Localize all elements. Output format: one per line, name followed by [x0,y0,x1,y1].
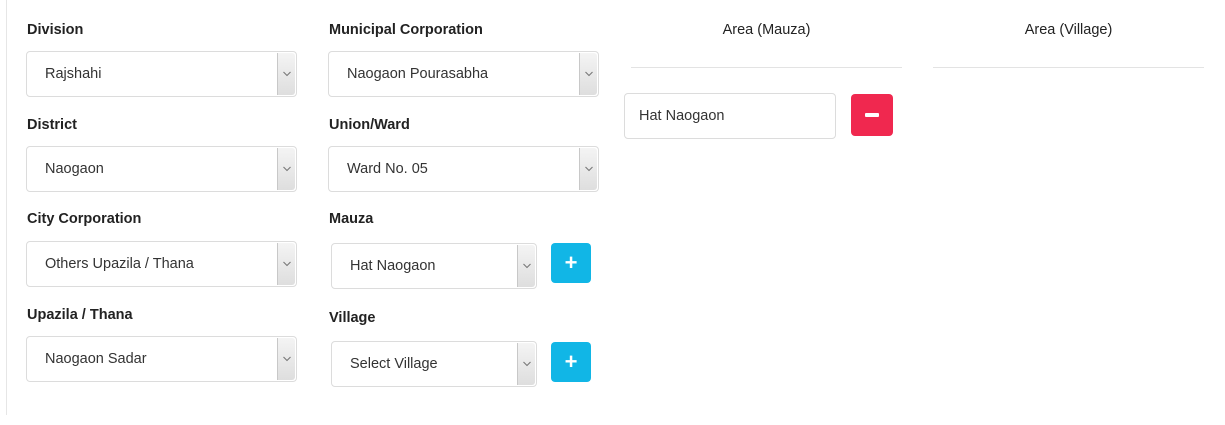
district-label: District [27,117,77,133]
area-mauza-entry-value: Hat Naogaon [639,108,725,124]
area-mauza-divider [631,67,902,68]
mauza-select[interactable]: Hat Naogaon [331,243,537,289]
chevron-down-icon [277,243,295,285]
chevron-down-icon [517,343,535,385]
upazila-thana-select-value: Naogaon Sadar [45,351,147,367]
chevron-down-icon [277,53,295,95]
village-label: Village [329,310,376,326]
city-corporation-select-value: Others Upazila / Thana [45,256,194,272]
upazila-thana-select[interactable]: Naogaon Sadar [26,336,297,382]
page-left-border [0,0,7,415]
union-ward-label: Union/Ward [329,117,410,133]
union-ward-select-value: Ward No. 05 [347,161,428,177]
division-label: Division [27,22,84,38]
village-select[interactable]: Select Village [331,341,537,387]
village-select-value: Select Village [350,356,438,372]
plus-icon: + [564,349,578,374]
add-mauza-button[interactable]: + [551,243,591,283]
chevron-down-icon [579,53,597,95]
area-mauza-entry[interactable]: Hat Naogaon [624,93,836,139]
mauza-label: Mauza [329,211,374,227]
area-mauza-header: Area (Mauza) [722,22,811,38]
chevron-down-icon [517,245,535,287]
municipal-corporation-select[interactable]: Naogaon Pourasabha [328,51,599,97]
add-village-button[interactable]: + [551,342,591,382]
district-select[interactable]: Naogaon [26,146,297,192]
chevron-down-icon [579,148,597,190]
area-village-divider [933,67,1204,68]
municipal-corporation-select-value: Naogaon Pourasabha [347,66,489,82]
city-corporation-select[interactable]: Others Upazila / Thana [26,241,297,287]
mauza-select-value: Hat Naogaon [350,258,436,274]
remove-mauza-button[interactable] [851,94,893,136]
municipal-corporation-label: Municipal Corporation [329,22,483,38]
division-select[interactable]: Rajshahi [26,51,297,97]
district-select-value: Naogaon [45,161,104,177]
chevron-down-icon [277,148,295,190]
plus-icon: + [564,250,578,275]
area-village-header: Area (Village) [1024,22,1113,38]
division-select-value: Rajshahi [45,66,102,82]
chevron-down-icon [277,338,295,380]
minus-icon [865,113,879,117]
upazila-thana-label: Upazila / Thana [27,307,133,323]
city-corporation-label: City Corporation [27,211,142,227]
union-ward-select[interactable]: Ward No. 05 [328,146,599,192]
